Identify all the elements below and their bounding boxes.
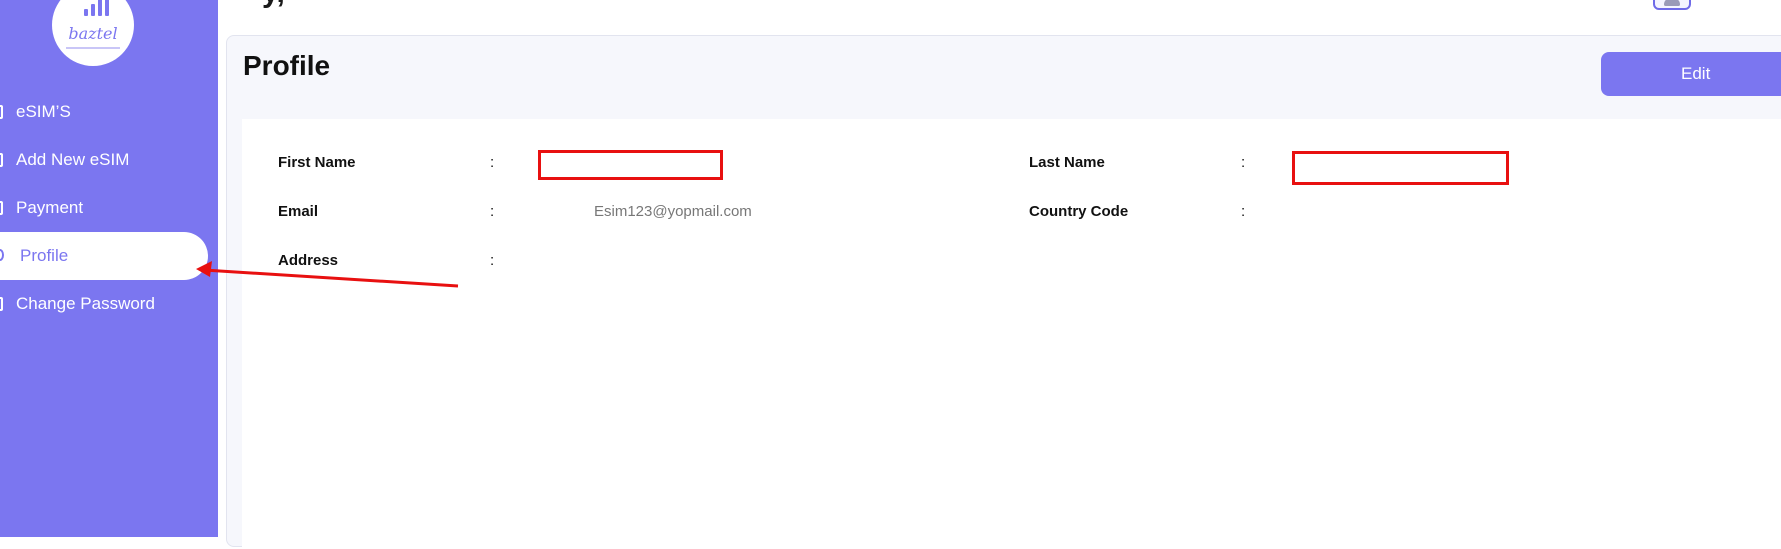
field-separator: : [1241, 154, 1246, 171]
sidebar-item-label: Change Password [16, 294, 155, 313]
page-title: Profile [243, 50, 331, 81]
logo-signal-bar [84, 9, 88, 16]
last-name-highlight-box [1292, 151, 1509, 185]
sidebar-item-label: eSIM’S [16, 102, 71, 121]
sidebar: baztel eSIM’S Add New eSIM Payment Profi… [0, 0, 218, 537]
field-separator: : [490, 252, 495, 269]
country-code-label: Country Code [1029, 203, 1129, 220]
first-name-label: First Name [278, 154, 356, 171]
edit-button[interactable]: Edit [1601, 52, 1781, 96]
baztel-logo[interactable]: baztel [52, 0, 134, 66]
logo-tagline [66, 47, 120, 49]
lock-icon [0, 297, 3, 311]
annotation-arrow-icon [196, 261, 459, 288]
first-name-highlight-box [538, 150, 723, 180]
add-sim-icon [0, 153, 3, 167]
field-separator: : [490, 203, 495, 220]
email-value: Esim123@yopmail.com [594, 203, 752, 220]
payment-icon [0, 201, 3, 215]
field-separator: : [490, 154, 495, 171]
sidebar-item-profile[interactable]: Profile [0, 232, 208, 280]
logo-brand-text: baztel [68, 24, 118, 43]
field-separator: : [1241, 203, 1246, 220]
user-avatar[interactable] [1653, 0, 1691, 10]
last-name-label: Last Name [1029, 154, 1105, 171]
sidebar-item-change-password[interactable]: Change Password [0, 280, 208, 328]
logo-signal-bar [98, 0, 102, 16]
email-label: Email [278, 203, 319, 220]
user-icon [0, 249, 4, 261]
logo-signal-bar [91, 4, 95, 16]
sidebar-item-label: Add New eSIM [16, 150, 130, 169]
sidebar-item-add-new-esim[interactable]: Add New eSIM [0, 136, 208, 184]
logo-signal-bar [105, 0, 109, 16]
greeting-text: y, [262, 0, 285, 10]
sim-card-icon [0, 105, 3, 119]
profile-details-panel: First Name : Last Name : Email : Esim123… [242, 119, 1781, 549]
sidebar-item-label: Payment [16, 198, 84, 217]
sidebar-item-payment[interactable]: Payment [0, 184, 208, 232]
sidebar-item-esims[interactable]: eSIM’S [0, 88, 208, 136]
sidebar-item-label: Profile [20, 246, 69, 265]
